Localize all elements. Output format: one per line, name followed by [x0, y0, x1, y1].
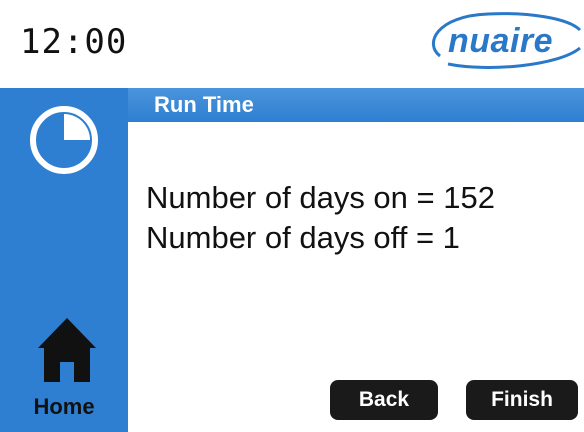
screen-title: Run Time — [154, 92, 254, 117]
days-off-text: Number of days off = 1 — [146, 220, 460, 255]
run-time-details: Number of days on = 152 Number of days o… — [146, 178, 495, 258]
home-button-label[interactable]: Home — [0, 394, 128, 420]
finish-button[interactable]: Finish — [466, 380, 578, 420]
sidebar: Home — [0, 88, 128, 432]
home-icon[interactable] — [36, 316, 98, 384]
clock-time: 12:00 — [20, 22, 128, 62]
days-on-text: Number of days on = 152 — [146, 180, 495, 215]
brand-name: nuaire — [448, 22, 554, 60]
brand-logo: nuaire — [418, 8, 584, 72]
screen-title-bar: Run Time — [128, 88, 584, 122]
clock-icon[interactable] — [28, 104, 100, 176]
back-button[interactable]: Back — [330, 380, 438, 420]
top-bar: 12:00 nuaire — [0, 0, 584, 88]
